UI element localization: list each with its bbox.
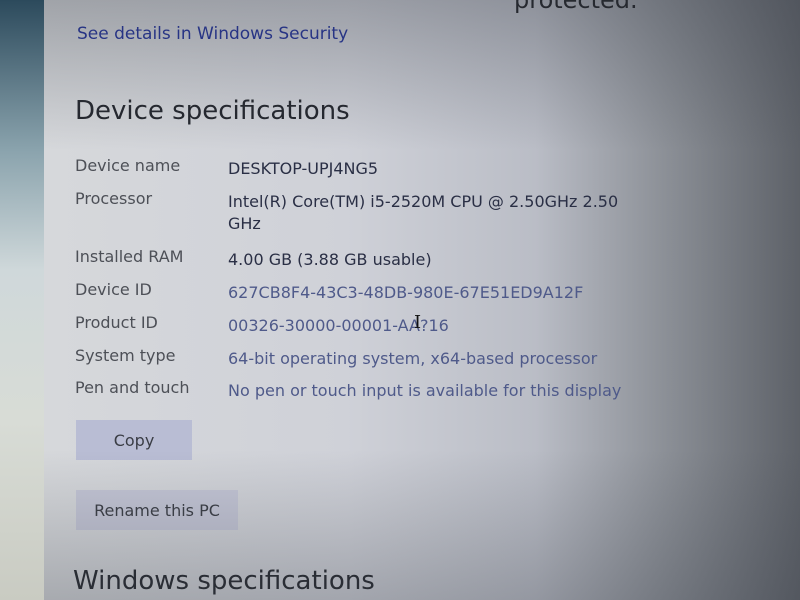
device-specifications-heading: Device specifications <box>75 96 350 126</box>
spec-label: Product ID <box>75 313 158 332</box>
copy-button[interactable]: Copy <box>76 420 192 460</box>
settings-about-page: protected. See details in Windows Securi… <box>44 0 800 600</box>
spec-value: No pen or touch input is available for t… <box>228 381 622 400</box>
spec-label: Pen and touch <box>75 378 190 397</box>
text-cursor-icon: I <box>414 312 422 333</box>
spec-label: System type <box>75 346 176 365</box>
rename-pc-button[interactable]: Rename this PC <box>76 490 238 530</box>
spec-label: Installed RAM <box>75 247 184 266</box>
spec-value: Intel(R) Core(TM) i5-2520M CPU @ 2.50GHz… <box>228 192 619 233</box>
security-status-text: protected. <box>514 0 638 14</box>
spec-value: 627CB8F4-43C3-48DB-980E-67E51ED9A12F <box>228 283 584 302</box>
spec-value: 4.00 GB (3.88 GB usable) <box>228 250 432 269</box>
windows-security-link[interactable]: See details in Windows Security <box>77 24 348 44</box>
desktop-background-edge <box>0 0 44 600</box>
spec-value: DESKTOP-UPJ4NG5 <box>228 159 379 178</box>
spec-value: 64-bit operating system, x64-based proce… <box>228 349 598 368</box>
spec-label: Processor <box>75 189 153 208</box>
spec-value: 00326-30000-00001-AA?16 <box>228 316 449 335</box>
spec-label: Device name <box>75 156 181 175</box>
windows-specifications-heading: Windows specifications <box>73 566 375 596</box>
spec-label: Device ID <box>75 280 152 299</box>
